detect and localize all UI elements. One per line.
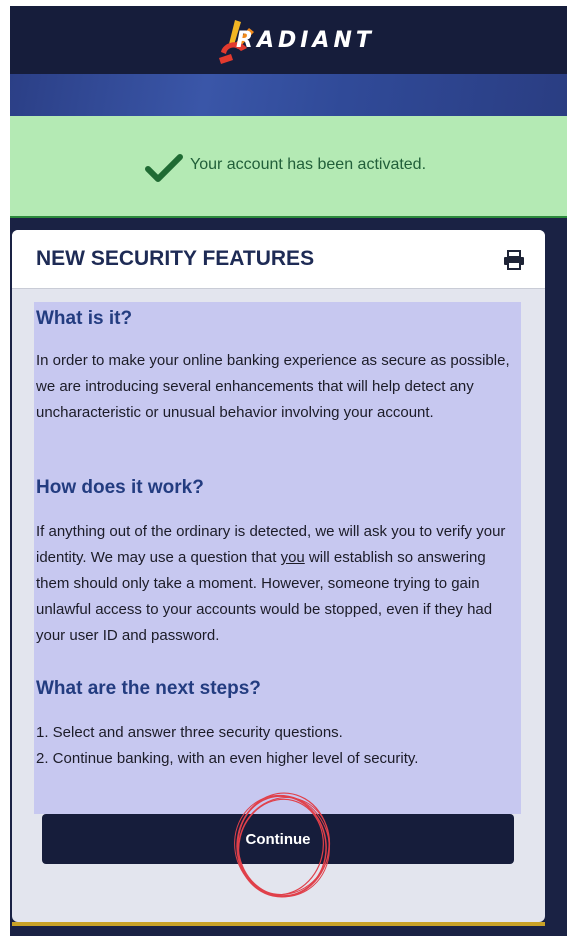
continue-button[interactable]: Continue <box>42 814 514 864</box>
emphasis-you: you <box>280 549 305 566</box>
section-body-how: If anything out of the ordinary is detec… <box>36 519 521 649</box>
security-info-content: What is it? In order to make your online… <box>34 302 521 814</box>
step-item: 2. Continue banking, with an even higher… <box>36 750 419 767</box>
section-heading-what: What is it? <box>36 308 133 329</box>
checkmark-icon <box>145 154 183 182</box>
step-item: 1. Select and answer three security ques… <box>36 724 343 741</box>
next-steps-list: 1. Select and answer three security ques… <box>36 720 521 772</box>
printer-icon[interactable] <box>503 250 525 270</box>
success-alert: Your account has been activated. <box>10 116 567 218</box>
section-body-what: In order to make your online banking exp… <box>36 352 510 421</box>
card-bottom-accent <box>12 922 545 926</box>
hero-band <box>10 74 567 116</box>
card-header: NEW SECURITY FEATURES <box>12 230 545 289</box>
security-features-card: NEW SECURITY FEATURES What is it? In ord… <box>12 230 545 922</box>
brand-name: RADIANT <box>236 28 375 53</box>
section-heading-how: How does it work? <box>36 477 204 498</box>
card-title: NEW SECURITY FEATURES <box>36 247 315 270</box>
alert-message: Your account has been activated. <box>190 156 427 173</box>
site-header: RADIANT <box>10 6 567 74</box>
section-heading-next: What are the next steps? <box>36 678 261 699</box>
